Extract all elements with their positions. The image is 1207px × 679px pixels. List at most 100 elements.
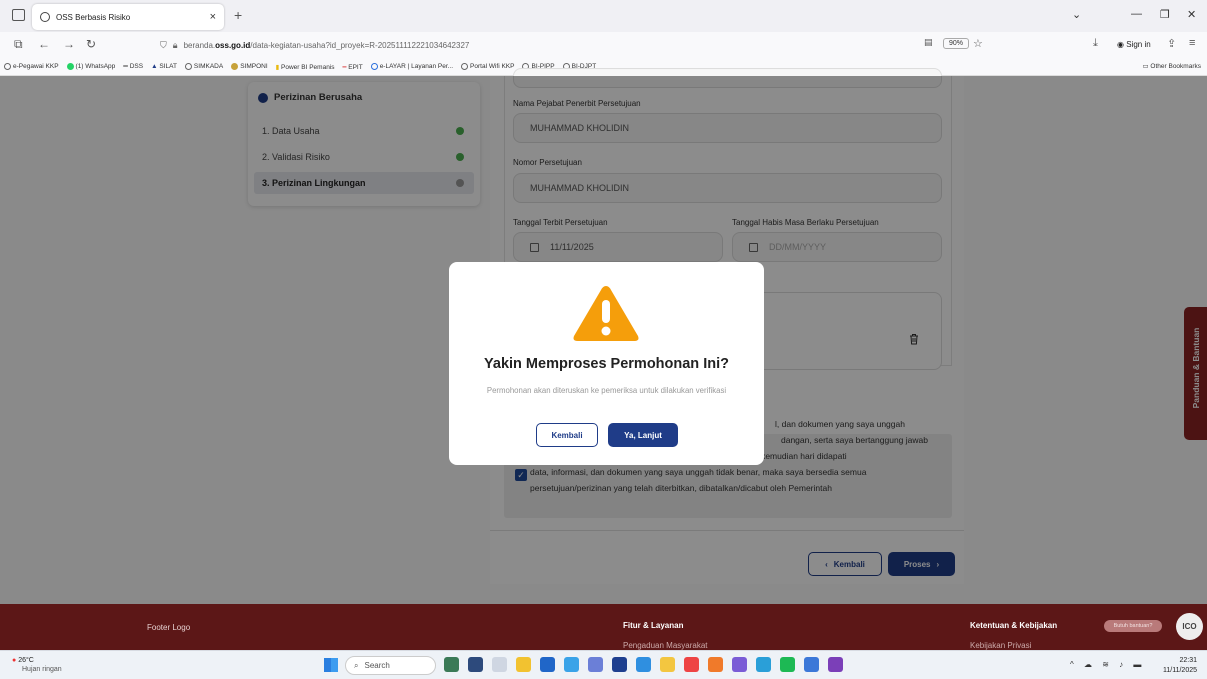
globe-icon <box>184 62 192 70</box>
clock-date: 11/11/2025 <box>1163 667 1197 674</box>
bookmark-label: SIMPONI <box>240 63 268 71</box>
restore-icon[interactable]: ❐ <box>1160 8 1170 21</box>
warning-icon <box>573 286 639 341</box>
bookmark-item[interactable]: Portal Wifi KKP <box>461 62 515 71</box>
footer-logo: Footer Logo <box>147 623 191 632</box>
app-icon[interactable] <box>444 657 459 672</box>
dialog-description: Permohonan akan diteruskan ke pemeriksa … <box>486 386 727 395</box>
browser-tab[interactable]: OSS Berbasis Risiko × <box>32 4 224 30</box>
footer-link[interactable]: Kebijakan Privasi <box>970 641 1031 650</box>
app-icon[interactable] <box>588 657 603 672</box>
footer-link[interactable]: Pengaduan Masyarakat <box>623 641 708 650</box>
reader-view-icon[interactable]: ▤ <box>924 37 933 48</box>
download-icon[interactable]: ⤓ <box>1093 37 1098 50</box>
navigation-bar: ⧉ ← → ↻ ⛉ 🔒︎ beranda. oss.go.id/data-kegi… <box>0 32 1207 58</box>
url-prefix: beranda. <box>183 40 216 50</box>
system-tray[interactable]: ^ ☁ ≋ ♪ ▬ <box>1070 660 1145 669</box>
extensions-icon[interactable]: ⇪ <box>1167 37 1176 50</box>
browser-tab-bar: OSS Berbasis Risiko × + ⌄ — ❐ ✕ <box>0 0 1207 32</box>
app-icon[interactable] <box>684 657 699 672</box>
bookmark-label: e-Pegawai KKP <box>13 63 59 71</box>
lock-icon: 🔒︎ <box>172 39 178 50</box>
spotify-icon[interactable] <box>780 657 795 672</box>
weather-temp: 26°C <box>18 657 34 664</box>
file-explorer-icon[interactable] <box>516 657 531 672</box>
bookmark-item[interactable]: ▮ Power BI Pemanis <box>276 63 335 71</box>
bookmark-label: DSS <box>129 63 144 70</box>
reload-icon[interactable]: ↻ <box>86 37 96 51</box>
bookmark-item[interactable]: e-LAYAR | Layanan Per... <box>370 62 454 71</box>
simponi-icon <box>231 62 239 70</box>
app-icon[interactable] <box>612 657 627 672</box>
bookmark-item[interactable]: e-Pegawai KKP <box>4 62 59 71</box>
bookmark-item[interactable]: ▲ SILAT <box>151 63 177 70</box>
close-tab-icon[interactable]: × <box>210 11 216 23</box>
minimize-icon[interactable]: — <box>1131 8 1142 20</box>
url-domain: oss.go.id <box>215 40 251 50</box>
forward-icon[interactable]: → <box>63 37 75 51</box>
tab-list-icon[interactable] <box>12 9 25 21</box>
confirm-dialog: Yakin Memproses Permohonan Ini? Permohon… <box>449 262 764 465</box>
footer-col-title: Ketentuan & Kebijakan <box>970 621 1058 630</box>
app-icon[interactable] <box>468 657 483 672</box>
dialog-back-button[interactable]: Kembali <box>536 423 598 447</box>
help-pill[interactable]: Butuh bantuan? <box>1104 620 1162 632</box>
bookmark-label: SIMKADA <box>193 63 224 71</box>
bookmark-star-icon[interactable]: ☆ <box>973 37 983 50</box>
new-tab-icon[interactable]: + <box>234 7 242 23</box>
chrome-icon[interactable] <box>660 657 675 672</box>
app-icon[interactable] <box>828 657 843 672</box>
search-label: Search <box>364 661 390 670</box>
menu-icon[interactable]: ≡ <box>1189 37 1195 49</box>
site-favicon-icon <box>40 12 50 22</box>
zoom-level[interactable]: 90% <box>943 38 970 49</box>
whatsapp-icon <box>66 62 74 70</box>
app-icon[interactable] <box>804 657 819 672</box>
globe-icon <box>461 62 469 70</box>
chat-avatar-icon[interactable]: ICO <box>1176 613 1203 640</box>
bookmark-item[interactable]: ━ EPIT <box>343 63 363 71</box>
bookmark-item[interactable]: ═ DSS <box>123 63 143 70</box>
close-window-icon[interactable]: ✕ <box>1187 8 1196 21</box>
app-icon[interactable] <box>540 657 555 672</box>
bookmark-label: EPIT <box>348 63 363 71</box>
sidebar-toggle-icon[interactable]: ⧉ <box>14 37 23 52</box>
bookmark-label: Portal Wifi KKP <box>470 63 515 71</box>
app-icon[interactable] <box>636 657 651 672</box>
footer-col-title: Fitur & Layanan <box>623 621 684 630</box>
address-bar[interactable]: ⛉ 🔒︎ beranda. oss.go.id/data-kegiatan-usa… <box>160 35 995 55</box>
globe-icon <box>4 62 11 70</box>
weather-icon: ● <box>12 657 17 664</box>
tab-title: OSS Berbasis Risiko <box>56 12 131 22</box>
account-icon: ◉ <box>1117 40 1124 49</box>
firefox-icon[interactable] <box>708 657 723 672</box>
weather-condition: Hujan ringan <box>22 666 62 673</box>
bookmark-item[interactable]: (1) WhatsApp <box>66 62 116 71</box>
other-bookmarks[interactable]: ▭ Other Bookmarks <box>1142 62 1201 70</box>
taskbar-clock[interactable]: 22:31 11/11/2025 <box>1157 656 1197 676</box>
windows-start-icon[interactable] <box>324 658 338 672</box>
edge-icon[interactable] <box>564 657 579 672</box>
bookmark-label: (1) WhatsApp <box>75 63 116 71</box>
back-icon[interactable]: ← <box>38 37 50 51</box>
bookmark-label: SILAT <box>159 63 177 70</box>
sign-in-button[interactable]: ◉ Sign in <box>1117 40 1151 49</box>
task-view-icon[interactable] <box>492 657 507 672</box>
volume-icon: ♪ <box>1119 660 1128 669</box>
shield-icon: ⛉ <box>160 39 167 50</box>
dialog-confirm-button[interactable]: Ya, Lanjut <box>608 423 678 447</box>
cloud-icon: ☁ <box>1084 660 1096 669</box>
chevron-up-icon: ^ <box>1070 660 1078 669</box>
search-icon: ⌕ <box>354 660 359 670</box>
bookmark-label: e-LAYAR | Layanan Per... <box>379 63 454 71</box>
taskbar-search[interactable]: ⌕ Search <box>345 656 436 675</box>
weather-widget[interactable]: ● 26°C Hujan ringan <box>12 656 62 674</box>
dialog-title: Yakin Memproses Permohonan Ini? <box>484 356 729 372</box>
wifi-icon: ≋ <box>1102 660 1113 669</box>
bookmark-item[interactable]: SIMKADA <box>184 62 224 71</box>
app-icon[interactable] <box>732 657 747 672</box>
app-icon[interactable] <box>756 657 771 672</box>
site-footer: Footer Logo Fitur & Layanan Pengaduan Ma… <box>0 604 1207 650</box>
tab-overflow-icon[interactable]: ⌄ <box>1072 8 1081 21</box>
bookmark-item[interactable]: SIMPONI <box>231 62 268 71</box>
